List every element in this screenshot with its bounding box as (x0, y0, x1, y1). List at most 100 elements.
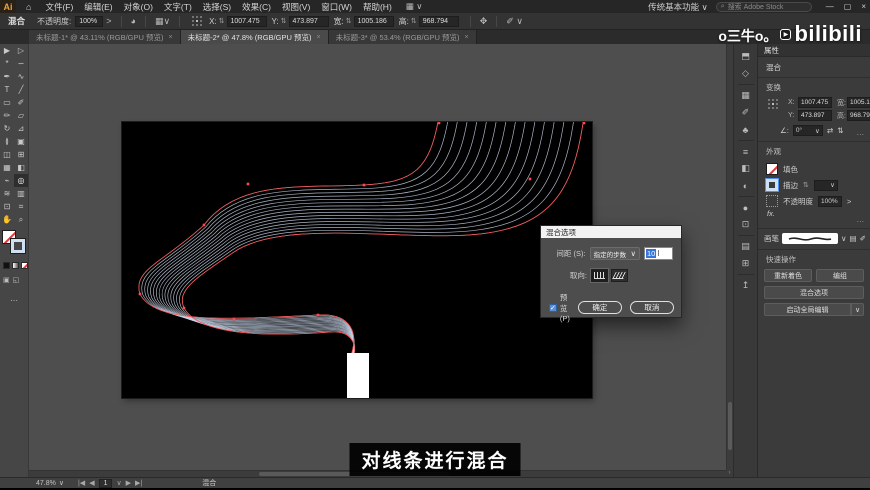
rectangle-tool[interactable]: ▭ (0, 96, 14, 109)
close-tab-icon[interactable]: × (316, 34, 320, 41)
shape-icon[interactable]: ◇ (734, 65, 757, 82)
close-button[interactable]: × (861, 2, 866, 11)
graphic-styles-icon[interactable]: ⊡ (734, 216, 757, 233)
document-tab[interactable]: 未标题-2* @ 47.8% (RGB/GPU 预览) × (180, 30, 329, 44)
more-options-icon[interactable]: ⋯ (857, 130, 865, 139)
align-to-path-button[interactable] (611, 269, 628, 282)
prev-artboard-icon[interactable]: ◀ (89, 479, 94, 487)
artboard-tool[interactable]: ⊡ (0, 200, 14, 213)
steps-input[interactable]: 10 I (643, 247, 673, 260)
restore-button[interactable]: ▢ (844, 2, 852, 11)
menu-item[interactable]: 选择(S) (203, 1, 231, 13)
column-graph-tool[interactable]: ▥ (14, 187, 28, 200)
transform-field[interactable]: X: 1007.475 (788, 97, 832, 108)
workspace-switcher[interactable]: 传统基本功能 ∨ (648, 1, 708, 13)
menu-item[interactable]: 帮助(H) (363, 1, 392, 13)
appearance-icon[interactable]: ● (734, 199, 757, 216)
fill-swatch-none[interactable] (766, 163, 778, 175)
symbol-sprayer-tool[interactable]: ≋ (0, 187, 14, 200)
rotate-tool[interactable]: ↻ (0, 122, 14, 135)
align-to-page-button[interactable] (590, 268, 609, 283)
transform-field[interactable]: 宽:1005.186 (837, 97, 870, 108)
mesh-tool[interactable]: ▦ (0, 161, 14, 174)
menu-item[interactable]: 视图(V) (282, 1, 310, 13)
transparency-icon[interactable]: ◐ (734, 177, 757, 194)
group-button[interactable]: 编组 (816, 269, 864, 282)
global-edit-button[interactable]: 启动全局编辑 (764, 303, 851, 316)
hand-tool[interactable]: ✋ (0, 213, 14, 226)
stroke-weight-stepper[interactable]: ⇅ (803, 181, 809, 189)
stroke-swatch[interactable] (765, 178, 779, 192)
stock-search-input[interactable]: ⌕ 搜索 Adobe Stock (715, 1, 812, 12)
blend-options-button[interactable]: 混合选项 (764, 286, 864, 299)
pathfinder-icon[interactable]: ⬒ (734, 48, 757, 65)
menu-item[interactable]: 文字(T) (164, 1, 192, 13)
draw-normal-icon[interactable]: ▣ (3, 276, 10, 284)
arrange-icon[interactable]: ▦∨ (155, 16, 170, 27)
first-artboard-icon[interactable]: |◀ (78, 479, 85, 487)
next-artboard-icon[interactable]: ▶ (126, 479, 131, 487)
eraser-tool[interactable]: ▱ (14, 109, 28, 122)
brush-libraries-icon[interactable]: ▤ (850, 234, 857, 243)
type-tool[interactable]: T (0, 83, 14, 96)
opacity-field[interactable]: 100% (75, 15, 104, 27)
global-edit-dropdown[interactable]: ∨ (851, 303, 864, 316)
menu-item[interactable]: 文件(F) (45, 1, 73, 13)
stroke-icon[interactable]: ≡ (734, 143, 757, 160)
menu-item[interactable]: 效果(C) (242, 1, 271, 13)
draw-behind-icon[interactable]: ◱ (13, 276, 20, 284)
curvature-tool[interactable]: ∿ (14, 70, 28, 83)
reference-point-widget[interactable] (768, 99, 779, 121)
document-tab[interactable]: 未标题-1* @ 43.11% (RGB/GPU 预览) × (29, 30, 181, 44)
fill-stroke-widget[interactable] (2, 230, 27, 256)
vertical-scrollbar[interactable] (726, 44, 733, 470)
recolor-button[interactable]: 重新着色 (764, 269, 812, 282)
more-options-icon[interactable]: ⋯ (857, 217, 865, 226)
cancel-button[interactable]: 取消 (629, 301, 674, 314)
paintbrush-tool[interactable]: ✐ (14, 96, 28, 109)
export-icon[interactable]: ↥ (734, 277, 757, 294)
brush-preview-dropdown[interactable] (782, 233, 838, 244)
width-tool[interactable]: ≬ (0, 135, 14, 148)
free-transform-tool[interactable]: ▣ (14, 135, 28, 148)
toolbar-more-icon[interactable]: ⋯ (0, 296, 28, 305)
opacity-more-icon[interactable]: > (847, 197, 851, 206)
scale-tool[interactable]: ⊿ (14, 122, 28, 135)
pen-tool[interactable]: ✒ (0, 70, 14, 83)
transform-field[interactable]: Y: ⇅ 473.897 (272, 15, 329, 27)
slice-tool[interactable]: ⌗ (14, 200, 28, 213)
blend-tool[interactable]: ◎ (14, 174, 28, 187)
document-tab[interactable]: 未标题-3* @ 53.4% (RGB/GPU 预览) × (328, 30, 477, 44)
spacing-dropdown[interactable]: 指定的步数 ∨ (589, 247, 640, 260)
brush-definition-icon[interactable]: ✐ ∨ (506, 16, 523, 27)
swatches-icon[interactable]: ▦ (734, 87, 757, 104)
direct-selection-tool[interactable]: ▷ (14, 44, 28, 57)
menu-item[interactable]: 编辑(E) (84, 1, 112, 13)
close-tab-icon[interactable]: × (464, 34, 468, 41)
zoom-level-dropdown[interactable]: 47.8% ∨ (36, 479, 64, 488)
gradient-icon[interactable]: ◧ (734, 160, 757, 177)
flip-horizontal-icon[interactable]: ⇄ (827, 126, 833, 135)
none-button[interactable] (21, 262, 28, 269)
transform-field[interactable]: 高:968.794 (837, 110, 870, 121)
minimize-button[interactable]: — (826, 2, 834, 11)
brushes-panel-icon[interactable]: ✐ (860, 234, 866, 243)
close-tab-icon[interactable]: × (169, 34, 173, 41)
home-icon[interactable]: ⌂ (26, 2, 31, 12)
layers-icon[interactable]: ▤ (734, 238, 757, 255)
artboard-navigation[interactable]: |◀ ◀ 1 ∨ ▶ ▶| (78, 478, 142, 488)
artboard-number[interactable]: 1 (98, 478, 113, 488)
free-transform-icon[interactable]: ✥ (480, 16, 488, 27)
last-artboard-icon[interactable]: ▶| (135, 479, 142, 487)
dialog-title[interactable]: 混合选项 (541, 226, 681, 238)
symbols-icon[interactable]: ♣ (734, 121, 757, 138)
eyedropper-tool[interactable]: ⌁ (0, 174, 14, 187)
angle-dropdown[interactable]: 0° ∨ (792, 125, 823, 136)
magic-wand-tool[interactable]: * (0, 57, 14, 70)
transform-field[interactable]: 高: ⇅ 968.794 (399, 15, 459, 27)
transform-field[interactable]: X: ⇅ 1007.475 (209, 15, 267, 27)
brushes-icon[interactable]: ✐ (734, 104, 757, 121)
preview-checkbox[interactable]: ✓ (549, 303, 557, 312)
opacity-more-icon[interactable]: > (106, 16, 111, 26)
color-button[interactable] (3, 262, 10, 269)
